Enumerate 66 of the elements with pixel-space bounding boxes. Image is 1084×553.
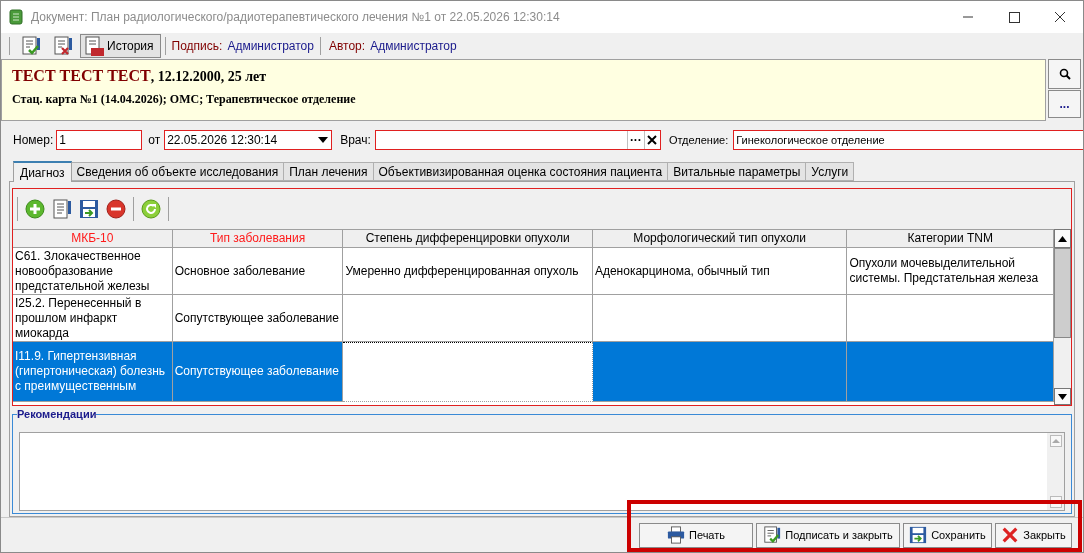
more-button[interactable]: ...	[1048, 90, 1081, 118]
document-cross-icon	[53, 35, 73, 56]
table-cell[interactable]	[592, 342, 848, 402]
tab[interactable]: Услуги	[805, 162, 855, 181]
date-field[interactable]: 22.05.2026 12:30:14	[164, 130, 333, 150]
browse-button[interactable]: ···	[626, 131, 644, 149]
table-cell[interactable]	[847, 295, 1055, 342]
scroll-up-icon[interactable]	[1058, 235, 1067, 242]
table-cell[interactable]	[592, 295, 848, 342]
number-field[interactable]: 1	[56, 130, 143, 150]
department-field[interactable]: Гинекологическое отделение	[733, 130, 1083, 150]
recommendations-label: Рекомендации	[17, 408, 97, 420]
number-label: Номер:	[13, 132, 54, 149]
table-cell[interactable]	[343, 295, 593, 342]
column-header: МКБ-10	[13, 229, 173, 248]
patient-summary: ТЕСТ ТЕСТ ТЕСТ, 12.12.2000, 25 лет	[12, 66, 268, 86]
column-header: Морфологический тип опухоли	[592, 229, 848, 248]
sign-button[interactable]: Подписать и закрыть	[756, 522, 900, 548]
history-button[interactable]: История	[80, 33, 161, 58]
minus-icon[interactable]	[106, 199, 126, 219]
table-cell[interactable]	[343, 342, 593, 402]
close-button[interactable]: Закрыть	[995, 522, 1072, 548]
log-document-icon	[84, 35, 104, 56]
admission-info: Стац. карта №1 (14.04.2026); ОМС; Терапевтическое отделение	[12, 91, 357, 108]
save-button[interactable]: Сохранить	[903, 522, 992, 548]
plus-icon[interactable]	[25, 199, 45, 219]
window-title: Документ: План радиологического/радиотерапевтического лечения №1 от 22.05.2026 12:30:14	[31, 9, 560, 26]
table-cell[interactable]: I11.9. Гипертензивная (гипертоническая) болезнь с преимущественным	[13, 342, 173, 402]
tab[interactable]: Витальные параметры	[667, 162, 807, 181]
table-cell[interactable]: Умеренно дифференцированная опухоль	[343, 248, 593, 295]
scrollbar[interactable]	[1054, 229, 1071, 405]
table-cell[interactable]: C61. Злокачественное новообразование предстательной железы	[13, 248, 173, 295]
tab[interactable]: Объективизированная оценка состояния пациента	[372, 162, 669, 181]
clear-button[interactable]	[643, 131, 660, 149]
document-check-icon	[763, 526, 782, 544]
signer-name: Администратор	[227, 37, 314, 55]
print-button[interactable]: Печать	[639, 522, 753, 548]
doctor-field[interactable]: ···	[374, 130, 661, 150]
table-cell[interactable]: Сопутствующее заболевание	[172, 295, 344, 342]
tab[interactable]: План лечения	[283, 162, 374, 181]
search-icon	[1058, 68, 1071, 80]
search-button[interactable]	[1048, 59, 1081, 89]
refresh-icon[interactable]	[141, 199, 161, 219]
author-label: Автор:	[328, 37, 366, 55]
table-cell[interactable]: Опухоли мочевыделительной системы. Предстательная железа	[847, 248, 1055, 295]
table-cell[interactable]: Основное заболевание	[172, 248, 344, 295]
cross-icon	[1001, 526, 1020, 544]
tab[interactable]: Диагноз	[13, 161, 72, 182]
document-pencil-icon[interactable]	[52, 199, 72, 219]
signature-label: Подпись:	[171, 37, 223, 55]
table-cell[interactable]: Сопутствующее заболевание	[172, 342, 344, 402]
column-header: Категории TNM	[847, 229, 1055, 248]
column-header: Тип заболевания	[172, 229, 344, 248]
doctor-label: Врач:	[340, 132, 371, 149]
printer-icon	[666, 526, 685, 544]
department-label: Отделение:	[668, 132, 729, 148]
author-name: Администратор	[370, 37, 457, 55]
column-header: Степень дифференцировки опухоли	[343, 229, 593, 248]
document-icon	[9, 9, 23, 25]
document-check-icon	[21, 35, 41, 56]
tab[interactable]: Сведения об объекте исследования	[70, 162, 285, 181]
table-cell[interactable]	[847, 342, 1055, 402]
date-label: от	[148, 132, 161, 149]
scroll-down-icon[interactable]	[1058, 393, 1067, 400]
table-cell[interactable]: Аденокарцинома, обычный тип	[592, 248, 848, 295]
table-cell[interactable]: I25.2. Перенесенный в прошлом инфаркт миокарда	[13, 295, 173, 342]
